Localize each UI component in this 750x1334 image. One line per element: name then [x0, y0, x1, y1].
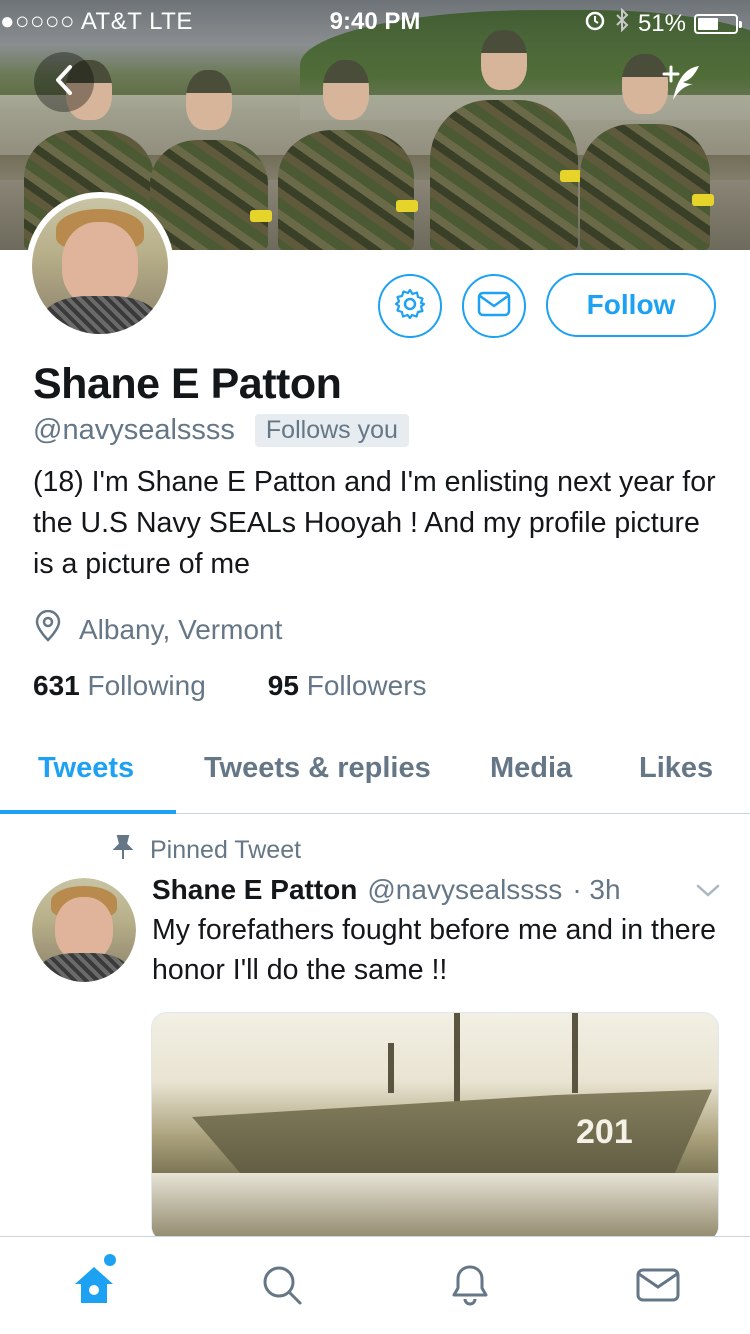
following-count: 631 [33, 670, 80, 701]
profile-handle: @navysealssss [33, 414, 235, 446]
envelope-icon [477, 290, 511, 323]
profile-stats: 631 Following 95 Followers [33, 670, 427, 702]
pinned-text: Pinned Tweet [150, 836, 302, 864]
gear-icon [393, 287, 427, 326]
avatar-photo-small [32, 878, 136, 982]
chevron-left-icon [51, 63, 77, 102]
profile-name: Shane E Patton [33, 360, 342, 408]
nav-search[interactable] [258, 1263, 306, 1311]
status-bar: ●○○○○ AT&T LTE 9:40 PM 51% [0, 0, 750, 40]
pinned-tweet-label: Pinned Tweet [112, 834, 301, 867]
pin-icon [112, 834, 134, 867]
profile-avatar[interactable] [26, 192, 174, 340]
tweet-header: Shane E Patton @navysealssss · 3h [152, 874, 621, 906]
avatar-photo [32, 198, 168, 334]
following-label: Following [87, 670, 206, 701]
tweet-timestamp: · 3h [572, 874, 621, 905]
nav-notifications[interactable] [446, 1263, 494, 1311]
profile-location: Albany, Vermont [33, 609, 283, 649]
bluetooth-icon [614, 7, 630, 39]
location-text: Albany, Vermont [79, 613, 283, 645]
tab-tweets[interactable]: Tweets [38, 752, 134, 785]
message-button[interactable] [462, 274, 526, 338]
chevron-down-icon[interactable] [694, 880, 722, 905]
handle-row: @navysealssss Follows you [33, 414, 409, 447]
followers-stat[interactable]: 95 Followers [268, 670, 427, 702]
location-pin-icon [33, 609, 63, 649]
tab-likes[interactable]: Likes [639, 752, 713, 785]
tweet-author-avatar[interactable] [32, 878, 136, 982]
back-button[interactable] [34, 52, 94, 112]
nav-home[interactable] [70, 1263, 118, 1311]
followers-count: 95 [267, 670, 299, 701]
compose-tweet-button[interactable] [650, 55, 710, 115]
alarm-icon [584, 9, 606, 38]
follow-button[interactable]: Follow [546, 273, 716, 337]
battery-icon [694, 13, 742, 34]
active-tab-indicator [0, 810, 176, 814]
compose-feather-icon [655, 58, 705, 113]
tab-media[interactable]: Media [490, 752, 572, 785]
profile-tabs: Tweets Tweets & replies Media Likes [0, 730, 750, 814]
settings-button[interactable] [378, 274, 442, 338]
bell-icon [448, 1263, 492, 1312]
ship-hull-number: 201 [576, 1113, 633, 1151]
profile-bio: (18) I'm Shane E Patton and I'm enlistin… [33, 466, 716, 580]
tab-tweets-and-replies[interactable]: Tweets & replies [204, 752, 431, 785]
home-icon [72, 1264, 116, 1311]
follows-you-badge: Follows you [254, 414, 409, 447]
followers-label: Followers [306, 670, 427, 701]
status-right: 51% [584, 7, 742, 39]
tweet-media-image[interactable]: 201 [151, 1012, 719, 1242]
nav-messages[interactable] [634, 1263, 682, 1311]
tweet-text: My forefathers fought before me and in t… [152, 914, 716, 986]
tweet-author-handle: @navysealssss [367, 874, 563, 905]
tweet-author-name[interactable]: Shane E Patton [152, 874, 357, 906]
following-stat[interactable]: 631 Following [33, 670, 206, 702]
bottom-tab-bar [0, 1236, 750, 1334]
search-icon [260, 1263, 304, 1312]
battery-percent: 51% [637, 9, 686, 37]
envelope-icon [636, 1267, 680, 1308]
